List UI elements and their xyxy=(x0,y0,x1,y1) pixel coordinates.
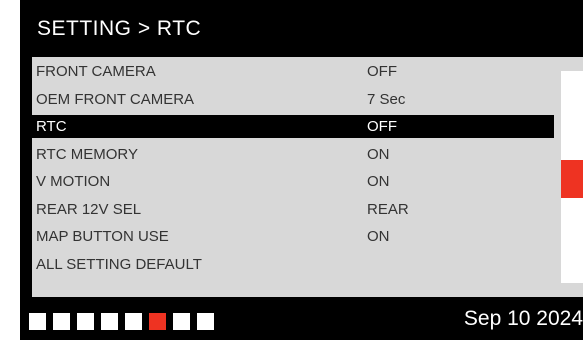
item-value: OFF xyxy=(367,118,397,135)
item-label: ALL SETTING DEFAULT xyxy=(36,256,202,273)
item-value: 7 Sec xyxy=(367,91,406,108)
page-dot xyxy=(197,313,214,330)
item-label: OEM FRONT CAMERA xyxy=(36,91,195,108)
page-dot xyxy=(125,313,142,330)
item-value: OFF xyxy=(367,63,397,80)
list-item[interactable]: ALL SETTING DEFAULT xyxy=(32,253,554,276)
page-dot xyxy=(77,313,94,330)
item-label: MAP BUTTON USE xyxy=(36,228,169,245)
page-dot xyxy=(29,313,46,330)
list-item-selected[interactable]: RTC OFF xyxy=(32,115,554,138)
item-value: ON xyxy=(367,228,390,245)
list-item[interactable]: MAP BUTTON USE ON xyxy=(32,225,554,248)
scrollbar[interactable] xyxy=(561,71,583,283)
item-label: V MOTION xyxy=(36,173,111,190)
item-label: RTC MEMORY xyxy=(36,146,138,163)
page-dot-active xyxy=(149,313,166,330)
page-title: SETTING > RTC xyxy=(37,17,202,40)
list-item[interactable]: OEM FRONT CAMERA 7 Sec xyxy=(32,88,554,111)
list-item[interactable]: RTC MEMORY ON xyxy=(32,143,554,166)
item-value: ON xyxy=(367,146,390,163)
list-item[interactable]: REAR 12V SEL REAR xyxy=(32,198,554,221)
list-item[interactable]: FRONT CAMERA OFF xyxy=(32,60,554,83)
scroll-thumb[interactable] xyxy=(561,160,583,198)
item-value: REAR xyxy=(367,201,409,218)
screen-frame: SETTING > RTC FRONT CAMERA OFF OEM FRONT… xyxy=(20,0,583,340)
item-label: FRONT CAMERA xyxy=(36,63,156,80)
page-dot xyxy=(173,313,190,330)
item-label: REAR 12V SEL xyxy=(36,201,142,218)
list-item[interactable]: V MOTION ON xyxy=(32,170,554,193)
settings-list: FRONT CAMERA OFF OEM FRONT CAMERA 7 Sec … xyxy=(32,57,583,297)
date-display: Sep 10 2024 xyxy=(463,307,583,330)
page-dot xyxy=(53,313,70,330)
page-dot xyxy=(101,313,118,330)
item-label: RTC xyxy=(36,118,67,135)
item-value: ON xyxy=(367,173,390,190)
